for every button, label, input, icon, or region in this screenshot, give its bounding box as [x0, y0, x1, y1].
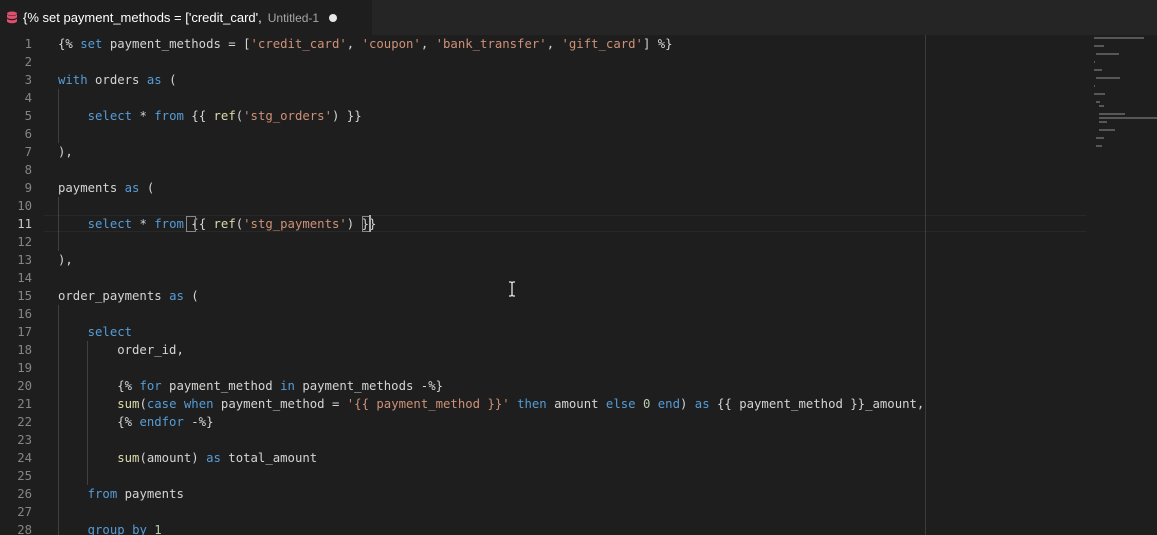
minimap-line: [1098, 121, 1107, 123]
line-number: 28: [17, 523, 32, 535]
ibeam-cursor-icon: [509, 281, 515, 297]
line-number: 8: [24, 163, 32, 177]
line-number: 14: [17, 271, 32, 285]
minimap-line: [1096, 77, 1120, 79]
code-line[interactable]: sum(case when payment_method = '{{ payme…: [58, 395, 924, 413]
code-line[interactable]: {% endfor -%}: [58, 413, 213, 431]
editor-tab[interactable]: {% set payment_methods = ['credit_card',…: [0, 0, 372, 35]
line-number: 15: [17, 289, 32, 303]
code-line[interactable]: group by 1: [58, 521, 162, 535]
code-area[interactable]: {% set payment_methods = ['credit_card',…: [58, 35, 1088, 535]
line-number: 4: [24, 91, 32, 105]
line-number: 1: [24, 37, 32, 51]
code-line[interactable]: with orders as (: [58, 71, 176, 89]
code-line[interactable]: select * from {{ ref('stg_orders') }}: [58, 107, 362, 125]
code-line[interactable]: order_id,: [58, 341, 184, 359]
line-number: 5: [24, 109, 32, 123]
line-number: 3: [24, 73, 32, 87]
database-icon: [6, 11, 18, 25]
code-line[interactable]: sum(amount) as total_amount: [58, 449, 317, 467]
tab-title: {% set payment_methods = ['credit_card',: [23, 10, 262, 25]
minimap-line: [1096, 101, 1100, 103]
line-number: 24: [17, 451, 32, 465]
minimap-line: [1098, 105, 1105, 107]
minimap-line: [1094, 85, 1096, 87]
minimap-line: [1098, 129, 1115, 131]
line-number: 25: [17, 469, 32, 483]
line-number: 12: [17, 235, 32, 249]
line-number: 10: [17, 199, 32, 213]
code-line[interactable]: order_payments as (: [58, 287, 199, 305]
code-line[interactable]: ),: [58, 143, 73, 161]
minimap-line: [1094, 93, 1106, 95]
line-number: 17: [17, 325, 32, 339]
code-line[interactable]: ),: [58, 251, 73, 269]
line-number: 7: [24, 145, 32, 159]
minimap-line: [1096, 145, 1103, 147]
line-number: 23: [17, 433, 32, 447]
line-number: 21: [17, 397, 32, 411]
code-editor[interactable]: 1 2 3 4 5 6 7 8 9 10 11 12 13 14 15 16 17 18 19 20 21 22 23 24 2…: [0, 35, 1157, 535]
unsaved-dot-icon[interactable]: [329, 13, 338, 22]
minimap-line: [1094, 69, 1102, 71]
code-line[interactable]: {% set payment_methods = ['credit_card',…: [58, 35, 673, 53]
minimap-line: [1098, 117, 1157, 119]
tab-description: Untitled-1: [267, 10, 320, 25]
line-number: 27: [17, 505, 32, 519]
line-number: 19: [17, 361, 32, 375]
code-line[interactable]: {% for payment_method in payment_methods…: [58, 377, 443, 395]
minimap-line: [1098, 113, 1126, 115]
minimap[interactable]: [1090, 35, 1157, 155]
line-number: 26: [17, 487, 32, 501]
tab-bar: {% set payment_methods = ['credit_card',…: [0, 0, 1157, 35]
line-number: 16: [17, 307, 32, 321]
line-number: 2: [24, 55, 32, 69]
line-number: 13: [17, 253, 32, 267]
minimap-line: [1096, 53, 1119, 55]
line-number: 11: [17, 217, 32, 231]
line-number: 18: [17, 343, 32, 357]
code-line[interactable]: select: [58, 323, 132, 341]
line-number-gutter: 1 2 3 4 5 6 7 8 9 10 11 12 13 14 15 16 17 18 19 20 21 22 23 24 2…: [0, 35, 44, 535]
line-number: 9: [24, 181, 32, 195]
line-number: 22: [17, 415, 32, 429]
code-line[interactable]: select * from {{ ref('stg_payments') }}: [58, 215, 377, 233]
code-line[interactable]: payments as (: [58, 179, 154, 197]
minimap-line: [1096, 137, 1105, 139]
minimap-line: [1094, 45, 1104, 47]
minimap-line: [1094, 61, 1096, 63]
line-number: 20: [17, 379, 32, 393]
code-line[interactable]: from payments: [58, 485, 184, 503]
minimap-line: [1094, 37, 1144, 39]
bracket-match-highlight: [186, 216, 196, 232]
line-number: 6: [24, 127, 32, 141]
text-cursor: [369, 215, 371, 232]
